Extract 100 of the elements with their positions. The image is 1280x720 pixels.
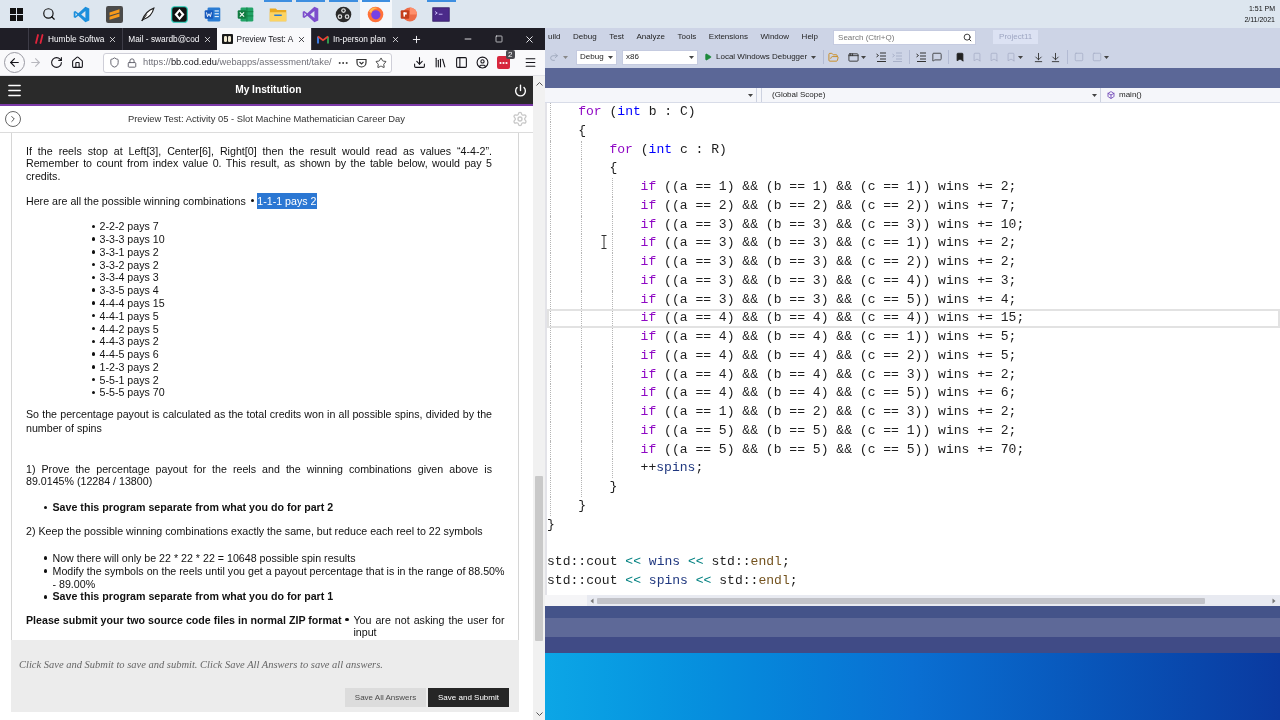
caret-icon[interactable] <box>1092 93 1097 97</box>
quill-icon[interactable] <box>138 5 156 23</box>
url-field[interactable]: https://bb.cod.edu/webapps/assessment/take/ <box>103 52 392 73</box>
list-item: Save this program separate from what you do for part 2 <box>52 501 334 514</box>
maximize-icon[interactable] <box>494 35 503 43</box>
menu-item[interactable]: Debug <box>573 31 597 43</box>
scroll-right-icon[interactable] <box>1272 597 1276 604</box>
menu-item[interactable]: Window <box>760 31 789 43</box>
code-line: ++spins; <box>640 459 704 478</box>
vertical-scrollbar[interactable] <box>533 76 545 720</box>
presentation-icon[interactable] <box>400 5 418 23</box>
indent-icon[interactable] <box>876 52 888 62</box>
window-icon[interactable] <box>848 51 860 63</box>
bullet-icon <box>91 237 95 241</box>
scroll-up-icon[interactable] <box>535 82 543 86</box>
menu-item[interactable]: uild <box>548 31 561 43</box>
bullet-icon <box>91 301 95 305</box>
bullet-icon <box>91 377 95 382</box>
search-icon[interactable] <box>42 7 57 21</box>
comment-lines-icon[interactable] <box>916 52 928 62</box>
list-item: 4-4-5 pays 6 <box>99 347 159 363</box>
submit-button[interactable]: Save and Submit <box>428 688 509 707</box>
shield-icon[interactable] <box>109 57 120 68</box>
configuration-dropdown[interactable]: Debug <box>576 49 617 65</box>
close-icon[interactable] <box>524 33 535 45</box>
close-tab-icon[interactable] <box>108 34 118 44</box>
document-icon[interactable] <box>203 5 221 23</box>
list-item: 4-4-4 pays 15 <box>99 296 165 311</box>
list-item: 1-1-1 pays 2 <box>257 192 317 209</box>
download-icon[interactable] <box>412 56 426 69</box>
menu-item[interactable]: Test <box>609 31 624 43</box>
list-item: 1-2-3 pays 2 <box>99 360 159 375</box>
menu-item[interactable]: Tools <box>677 31 697 43</box>
bullet-icon <box>91 288 95 292</box>
menu-item[interactable]: Analyze <box>636 31 665 43</box>
list-item: 5-5-5 pays 70 <box>99 386 165 401</box>
code-line: if ((a == 4) && (b == 4) && (c == 3)) wins += 2; <box>640 365 1017 384</box>
close-tab-icon[interactable] <box>391 34 401 44</box>
caret-icon[interactable] <box>1104 55 1110 59</box>
ribbon-icon[interactable] <box>302 5 320 23</box>
member-dropdown[interactable]: main() <box>1101 88 1280 102</box>
library-icon[interactable] <box>433 56 447 69</box>
caret-icon[interactable] <box>748 93 753 97</box>
scope-dropdown[interactable]: (Global Scope) <box>761 88 1101 102</box>
scroll-down-icon[interactable] <box>535 712 543 716</box>
striped-tile-icon[interactable] <box>105 5 123 23</box>
code-bracket-icon[interactable] <box>73 5 91 23</box>
start-icon[interactable] <box>9 7 23 21</box>
star-icon[interactable] <box>375 56 387 69</box>
bookmark-icon[interactable] <box>955 52 966 62</box>
save-all-button[interactable]: Save All Answers <box>345 688 426 707</box>
code-line: if ((a == 4) && (b == 4) && (c == 2)) wins += 5; <box>640 346 1017 365</box>
envelope-icon <box>316 34 329 44</box>
search-field[interactable]: Search (Ctrl+Q) <box>833 29 977 45</box>
list-item: 4-4-1 pays 5 <box>99 309 159 324</box>
code-line: if ((a == 4) && (b == 4) && (c == 5)) wins += 6; <box>640 384 1017 403</box>
list-item: 3-3-5 pays 4 <box>99 283 159 299</box>
comment-icon[interactable] <box>932 52 943 62</box>
menu-icon[interactable] <box>523 56 537 69</box>
list-item: 4-4-3 pays 2 <box>99 335 159 350</box>
close-tab-icon[interactable] <box>296 34 306 44</box>
diamond-tile-icon[interactable] <box>171 5 189 23</box>
spreadsheet-icon[interactable] <box>236 5 254 23</box>
run-button[interactable]: Local Windows Debugger <box>702 49 819 65</box>
lock-icon[interactable] <box>127 57 137 68</box>
account-icon[interactable] <box>475 56 489 69</box>
caret-icon[interactable] <box>861 55 867 59</box>
scroll-left-icon[interactable] <box>590 597 594 604</box>
caret-icon[interactable] <box>1018 55 1024 59</box>
code-line: for (int b : C) <box>578 103 696 121</box>
browser-tab[interactable]: Preview Test: A <box>216 28 311 50</box>
reload-icon[interactable] <box>49 56 63 69</box>
menu-item[interactable]: Help <box>801 31 819 43</box>
test-title: Preview Test: Activity 05 - Slot Machine Mathematician Career Day <box>127 111 406 126</box>
list-item: 2-2-2 pays 7 <box>99 219 159 235</box>
sidebar-icon[interactable] <box>454 56 468 69</box>
square-tile-icon <box>221 34 233 44</box>
code-line: if ((a == 4) && (b == 4) && (c == 4)) wins += 15; <box>640 309 1025 328</box>
tray-arrow-icon[interactable] <box>1033 51 1045 63</box>
globe-icon[interactable] <box>367 5 385 23</box>
horizontal-scrollbar[interactable] <box>545 595 1280 606</box>
caret-icon[interactable] <box>608 55 613 59</box>
terminal-icon[interactable] <box>432 6 451 22</box>
menu-item[interactable]: Extensions <box>708 31 748 43</box>
home-icon[interactable] <box>70 56 84 69</box>
power-icon[interactable] <box>513 83 527 97</box>
code-line: if ((a == 2) && (b == 2) && (c == 2)) wins += 7; <box>640 196 1017 215</box>
caret-icon[interactable] <box>811 55 817 59</box>
platform-dropdown[interactable]: x86 <box>622 49 698 65</box>
close-tab-icon[interactable] <box>202 34 212 44</box>
cube-icon <box>1107 91 1115 99</box>
scroll-thumb[interactable] <box>597 597 1205 604</box>
caret-icon[interactable] <box>689 55 694 59</box>
tray-arrow-icon[interactable] <box>1050 51 1062 63</box>
scroll-thumb[interactable] <box>535 476 543 641</box>
new-tab-icon[interactable] <box>411 33 423 45</box>
extension-icon[interactable] <box>496 56 510 69</box>
shield-chevron-icon[interactable] <box>356 57 367 68</box>
aperture-icon[interactable] <box>334 5 352 23</box>
code-line: for (int c : R) <box>609 140 727 159</box>
